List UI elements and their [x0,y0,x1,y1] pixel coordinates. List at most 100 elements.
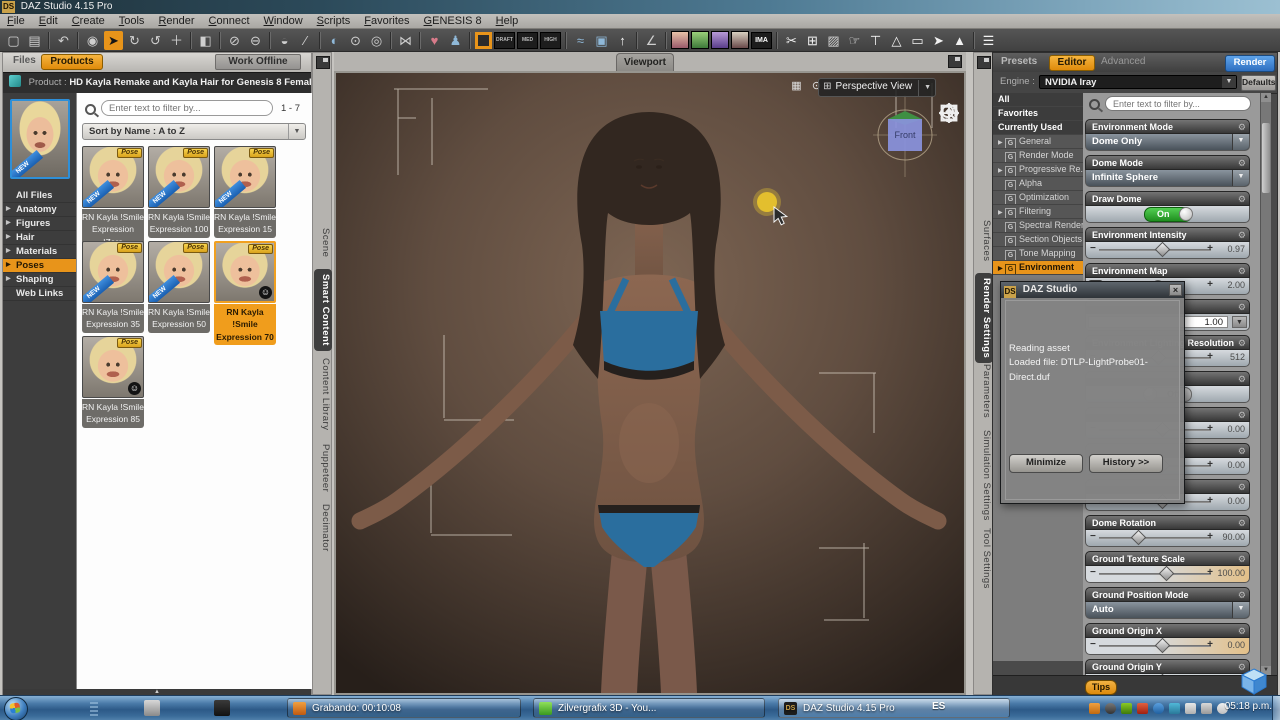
value[interactable]: 512 [1215,352,1245,362]
slider-thumb[interactable] [1155,242,1171,258]
increment[interactable]: + [1207,495,1213,506]
taskbar-button-grabando[interactable]: Grabando: 00:10:08 [287,698,521,718]
pane-options-icon[interactable] [316,56,330,69]
dialog-title-bar[interactable]: DS DAZ Studio × [1001,282,1184,298]
content-thumb-1[interactable] [671,31,689,49]
menu-render[interactable]: Render [151,14,201,28]
spray-delete-icon[interactable]: ⊘ [225,31,244,50]
tips-button[interactable]: Tips [1085,680,1117,695]
sphere-icon[interactable]: ◎ [367,31,386,50]
sidebar-item-shaping[interactable]: ▶Shaping [3,273,76,287]
tab-content-library[interactable]: Content Library [314,353,332,435]
mountain-icon[interactable]: ▲ [950,31,969,50]
category-progressive-rendering[interactable]: ▶GProgressive Re... [993,163,1083,177]
tab-parameters[interactable]: Parameters [975,359,993,423]
sidebar-item-web-links[interactable]: Web Links [3,287,76,301]
wave-icon[interactable]: ≈ [571,31,590,50]
value[interactable]: 2.00 [1215,280,1245,290]
node-selection-tool-icon[interactable]: ➤ [104,31,123,50]
clapper-icon[interactable]: ▭ [908,31,927,50]
quick-launch-icon-1[interactable] [144,700,160,716]
clock[interactable]: 05:18 p.m. [1225,701,1272,712]
pointer-gear-icon[interactable]: ➤ [929,31,948,50]
increment[interactable]: + [1207,243,1213,254]
minimize-button[interactable]: Minimize [1009,454,1083,473]
content-thumb-2[interactable] [691,31,709,49]
heart-icon[interactable]: ♥ [425,31,444,50]
history-button[interactable]: History >> [1089,454,1163,473]
taskbar-button-zilvergrafix[interactable]: Zilvergrafix 3D - You... [533,698,765,718]
filter-input[interactable] [101,100,273,116]
tray-flag-icon[interactable] [1185,703,1196,714]
value[interactable]: 90.00 [1215,532,1245,542]
render-button[interactable]: Render [1225,55,1275,72]
tab-decimator[interactable]: Decimator [314,499,332,557]
pane-options-icon[interactable] [948,55,962,68]
defaults-button[interactable]: Defaults [1241,75,1276,91]
aspect-frame-icon[interactable]: ▦ [789,79,804,93]
increment[interactable]: + [1207,423,1213,434]
undo-icon[interactable]: ↶ [54,31,73,50]
product-thumbnail[interactable]: NEW [10,99,70,179]
start-button[interactable] [4,697,28,720]
tripod-icon[interactable]: △ [887,31,906,50]
pose-tile[interactable]: PoseNEW RN Kayla !SmileExpression 15 [214,146,276,238]
image-icon[interactable]: ▣ [592,31,611,50]
angle-icon[interactable]: ∠ [642,31,661,50]
tab-files[interactable]: Files [13,55,36,66]
pump-delete-icon[interactable]: ⊖ [246,31,265,50]
tray-display-icon[interactable] [1201,703,1212,714]
menu-favorites[interactable]: Favorites [357,14,416,28]
slider-track[interactable] [1099,537,1211,539]
frame-view-icon[interactable] [939,190,959,210]
sidebar-item-materials[interactable]: ▶Materials [3,245,76,259]
engine-dropdown[interactable]: NVIDIA Iray ▼ [1039,75,1237,89]
environment-mode-dropdown[interactable]: Dome Only▼ [1085,134,1250,151]
sidebar-item-poses[interactable]: ▶Poses [3,259,76,273]
category-environment[interactable]: ▶GEnvironment [993,261,1083,275]
aux-viewport-icon[interactable] [475,32,492,49]
tray-volume-mixer-icon[interactable] [1137,703,1148,714]
content-thumb-3[interactable] [711,31,729,49]
menu-tools[interactable]: Tools [112,14,152,28]
gear-icon[interactable]: ⚙ [1238,588,1246,602]
ground-position-mode-dropdown[interactable]: Auto▼ [1085,602,1250,619]
tab-viewport[interactable]: Viewport [616,53,674,72]
slider-thumb[interactable] [1155,638,1171,654]
bucket-icon[interactable]: ◒ [275,31,294,50]
tab-smart-content[interactable]: Smart Content [314,269,332,351]
pose-tile-selected[interactable]: Pose☺ RN Kayla !SmileExpression 70 [214,241,276,345]
tab-advanced[interactable]: Advanced [1101,53,1145,71]
scroll-up-icon[interactable]: ▲ [1261,93,1271,102]
category-currently-used[interactable]: Currently Used [993,121,1083,135]
pan-view-icon[interactable] [939,132,959,152]
sliders-icon[interactable]: ☰ [979,31,998,50]
gear-icon[interactable]: ⚙ [1238,516,1246,530]
increment[interactable]: + [1207,639,1213,650]
value[interactable]: 0.00 [1215,640,1245,650]
gear-icon[interactable]: ⚙ [1238,192,1246,206]
gear-icon[interactable]: ⚙ [1238,624,1246,638]
viewport-3d[interactable]: Front ▦ ⊙ ⊞Perspective View▼ [334,71,966,695]
menu-window[interactable]: Window [257,14,310,28]
work-offline-button[interactable]: Work Offline [215,54,301,70]
draft-preset-button[interactable]: DRAFT [494,32,515,49]
menu-help[interactable]: Help [489,14,526,28]
category-alpha[interactable]: GAlpha [993,177,1083,191]
gear-icon[interactable]: ⚙ [1238,336,1246,350]
gear-icon[interactable]: ⚙ [1238,480,1246,494]
scrollbar-thumb[interactable] [1262,123,1270,193]
draw-dome-toggle[interactable]: On [1144,207,1192,222]
bird-icon[interactable]: ⋈ [396,31,415,50]
reset-view-icon[interactable] [939,219,959,239]
title-bar[interactable]: DS DAZ Studio 4.15 Pro [0,0,1280,14]
scissors-icon[interactable]: ✂ [782,31,801,50]
new-document-icon[interactable]: ▢ [4,31,23,50]
close-icon[interactable]: × [1169,284,1182,296]
menu-connect[interactable]: Connect [202,14,257,28]
decrement[interactable]: − [1090,639,1096,650]
gear-icon[interactable]: ⚙ [1238,120,1246,134]
pose-tile[interactable]: Pose☺ RN Kayla !SmileExpression 85 [82,336,144,428]
gear-icon[interactable]: ⚙ [1238,264,1246,278]
value[interactable]: 0.00 [1215,424,1245,434]
